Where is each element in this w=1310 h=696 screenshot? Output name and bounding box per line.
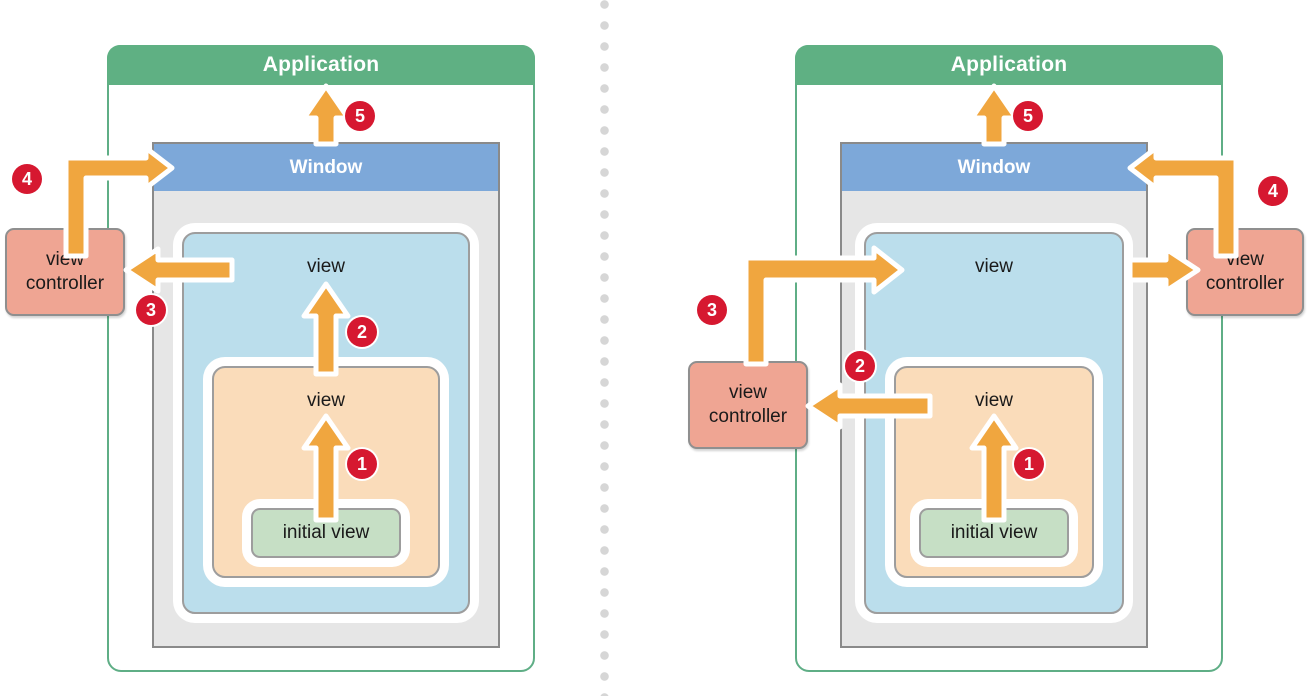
view-controller-upper-line2-right: controller <box>1205 273 1285 294</box>
arrow-step-2-right <box>805 382 933 430</box>
arrow-step-2-left <box>301 281 351 377</box>
inner-view-label-left: view <box>306 390 345 411</box>
window-title-right: Window <box>842 144 1146 191</box>
step-badge-1-left: 1 <box>347 449 377 479</box>
view-controller-lower-line2-right: controller <box>708 406 788 427</box>
outer-view-label-right: view <box>974 256 1013 277</box>
arrow-step-4-right <box>1127 145 1239 259</box>
window-title-left: Window <box>154 144 498 191</box>
step-badge-4-left: 4 <box>12 164 42 194</box>
diagram-canvas: Application Window view view initial vie… <box>0 0 1310 696</box>
step-badge-4-right: 4 <box>1258 176 1288 206</box>
step-badge-1-right: 1 <box>1014 449 1044 479</box>
arrow-step-4-left <box>63 145 175 259</box>
view-controller-lower-line1-right: view <box>728 382 767 404</box>
step-badge-3-left: 3 <box>136 295 166 325</box>
view-controller-lower-right: view controller <box>688 361 808 449</box>
step-badge-5-right: 5 <box>1013 101 1043 131</box>
application-title-left: Application <box>107 45 535 85</box>
arrow-step-1-left <box>301 413 351 523</box>
arrow-step-3-right <box>743 245 905 367</box>
arrow-step-1-right <box>969 413 1019 523</box>
step-badge-3-right: 3 <box>697 295 727 325</box>
panel-divider <box>600 0 609 696</box>
application-title-right: Application <box>795 45 1223 85</box>
view-controller-line2-left: controller <box>25 273 105 294</box>
step-badge-2-right: 2 <box>845 351 875 381</box>
step-badge-5-left: 5 <box>345 101 375 131</box>
step-badge-2-left: 2 <box>347 317 377 347</box>
